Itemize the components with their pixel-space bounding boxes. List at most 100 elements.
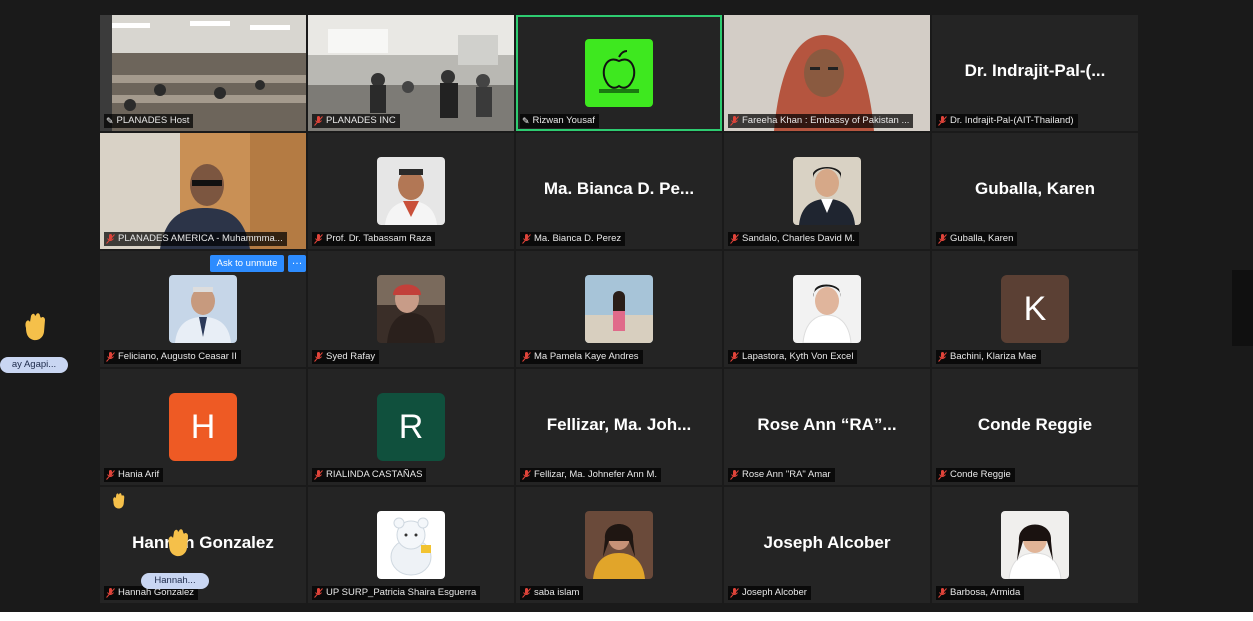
initial-avatar: K [1001,275,1069,343]
participant-display-name: Joseph Alcober [763,533,891,552]
raised-hand-icon [113,493,125,509]
more-options-button[interactable]: … [288,255,306,272]
participant-tile[interactable]: Barbosa, Armida [932,487,1138,603]
participant-name: Fareeha Khan : Embassy of Pakistan ... [728,114,914,128]
profile-photo [793,275,861,343]
muted-mic-icon [314,234,323,244]
participant-name: UP SURP_Patricia Shaira Esguerra [312,586,481,600]
participant-tile[interactable]: Prof. Dr. Tabassam Raza [308,133,514,249]
muted-mic-icon [314,116,323,126]
participant-name: Guballa, Karen [936,232,1018,246]
participant-name: Ma. Bianca D. Perez [520,232,626,246]
profile-photo [377,511,445,579]
participant-tile[interactable]: Joseph Alcober Joseph Alcober [724,487,930,603]
muted-mic-icon [730,588,739,598]
profile-photo [169,275,237,343]
participant-display-name: Ma. Bianca D. Pe... [543,179,695,198]
participant-name: Fellizar, Ma. Johnefer Ann M. [520,468,662,482]
participant-name: Feliciano, Augusto Ceasar II [104,350,241,364]
raised-hand-icon [25,313,45,341]
profile-photo [793,157,861,225]
participant-name: PLANADES AMERICA - Muhammma... [104,232,287,246]
participant-tile[interactable]: ✎ PLANADES Host [100,15,306,131]
muted-mic-icon [730,352,739,362]
muted-mic-icon [938,116,947,126]
muted-mic-icon [106,234,115,244]
raised-hand-icon [168,529,188,557]
participant-tile[interactable]: Ma Pamela Kaye Andres [516,251,722,367]
profile-photo [377,275,445,343]
participant-name: Syed Rafay [312,350,380,364]
participant-name: PLANADES INC [312,114,400,128]
participant-name: ✎ Rizwan Yousaf [520,114,599,128]
participant-tile[interactable]: Rose Ann “RA”... Rose Ann "RA" Amar [724,369,930,485]
muted-mic-icon [730,234,739,244]
participant-name: Hania Arif [104,468,164,482]
participant-tile[interactable]: H Hania Arif [100,369,306,485]
pin-icon: ✎ [522,116,530,126]
participant-tile[interactable]: Fareeha Khan : Embassy of Pakistan ... [724,15,930,131]
participant-tile[interactable]: Dr. Indrajit-Pal-(... Dr. Indrajit-Pal-(… [932,15,1138,131]
participant-tile[interactable]: PLANADES INC [308,15,514,131]
participant-tile-active-speaker[interactable]: ✎ Rizwan Yousaf [516,15,722,131]
participant-name: Rose Ann "RA" Amar [728,468,835,482]
muted-mic-icon [314,470,323,480]
muted-mic-icon [522,470,531,480]
participant-tile[interactable]: UP SURP_Patricia Shaira Esguerra [308,487,514,603]
participant-name: Lapastora, Kyth Von Excel [728,350,858,364]
participant-tile[interactable]: R RIALINDA CASTAÑAS [308,369,514,485]
participant-display-name: Rose Ann “RA”... [757,415,897,434]
participant-display-name: Conde Reggie [977,415,1093,434]
profile-photo [1001,511,1069,579]
participant-name: saba islam [520,586,584,600]
muted-mic-icon [106,588,115,598]
participant-display-name: Hannah Gonzalez [132,533,274,552]
participant-name: Dr. Indrajit-Pal-(AIT-Thailand) [936,114,1078,128]
participant-name: Prof. Dr. Tabassam Raza [312,232,436,246]
participant-tile[interactable]: Sandalo, Charles David M. [724,133,930,249]
participant-name-chip[interactable]: Hannah... [141,573,209,589]
participant-tile[interactable]: saba islam [516,487,722,603]
muted-mic-icon [938,470,947,480]
participant-tile[interactable]: K Bachini, Klariza Mae [932,251,1138,367]
muted-mic-icon [522,234,531,244]
participant-tile[interactable]: Fellizar, Ma. Joh... Fellizar, Ma. Johne… [516,369,722,485]
muted-mic-icon [730,116,739,126]
participant-name: Ma Pamela Kaye Andres [520,350,643,364]
initial-avatar: R [377,393,445,461]
muted-mic-icon [730,470,739,480]
profile-photo [585,275,653,343]
profile-photo [377,157,445,225]
initial-avatar: H [169,393,237,461]
participant-name: ✎ PLANADES Host [104,114,194,128]
participant-name: Bachini, Klariza Mae [936,350,1041,364]
participant-tile[interactable]: Conde Reggie Conde Reggie [932,369,1138,485]
pin-icon: ✎ [106,116,114,126]
participant-name: Conde Reggie [936,468,1015,482]
participant-tile[interactable]: Syed Rafay [308,251,514,367]
apple-logo-icon [585,39,653,107]
muted-mic-icon [938,352,947,362]
muted-mic-icon [314,588,323,598]
window-bottom-edge [0,612,1253,621]
ask-to-unmute-button[interactable]: Ask to unmute [210,255,284,272]
muted-mic-icon [314,352,323,362]
gallery-next-page-handle[interactable] [1232,270,1253,346]
muted-mic-icon [106,470,115,480]
muted-mic-icon [522,352,531,362]
participant-name: Sandalo, Charles David M. [728,232,859,246]
participant-tile[interactable]: Lapastora, Kyth Von Excel [724,251,930,367]
participant-display-name: Guballa, Karen [975,179,1095,198]
participant-display-name: Dr. Indrajit-Pal-(... [964,61,1106,80]
participant-tile[interactable]: Guballa, Karen Guballa, Karen [932,133,1138,249]
participant-tile[interactable]: Ma. Bianca D. Pe... Ma. Bianca D. Perez [516,133,722,249]
participant-name-chip[interactable]: ay Agapi... [0,357,68,373]
muted-mic-icon [106,352,115,362]
participant-name: Joseph Alcober [728,586,811,600]
participant-display-name: Fellizar, Ma. Joh... [546,415,692,434]
profile-photo [585,511,653,579]
participant-name: Barbosa, Armida [936,586,1025,600]
muted-mic-icon [522,588,531,598]
zoom-gallery-view: ✎ PLANADES Host PLANADES INC ✎ Rizwan Yo… [0,0,1253,621]
participant-tile[interactable]: PLANADES AMERICA - Muhammma... [100,133,306,249]
